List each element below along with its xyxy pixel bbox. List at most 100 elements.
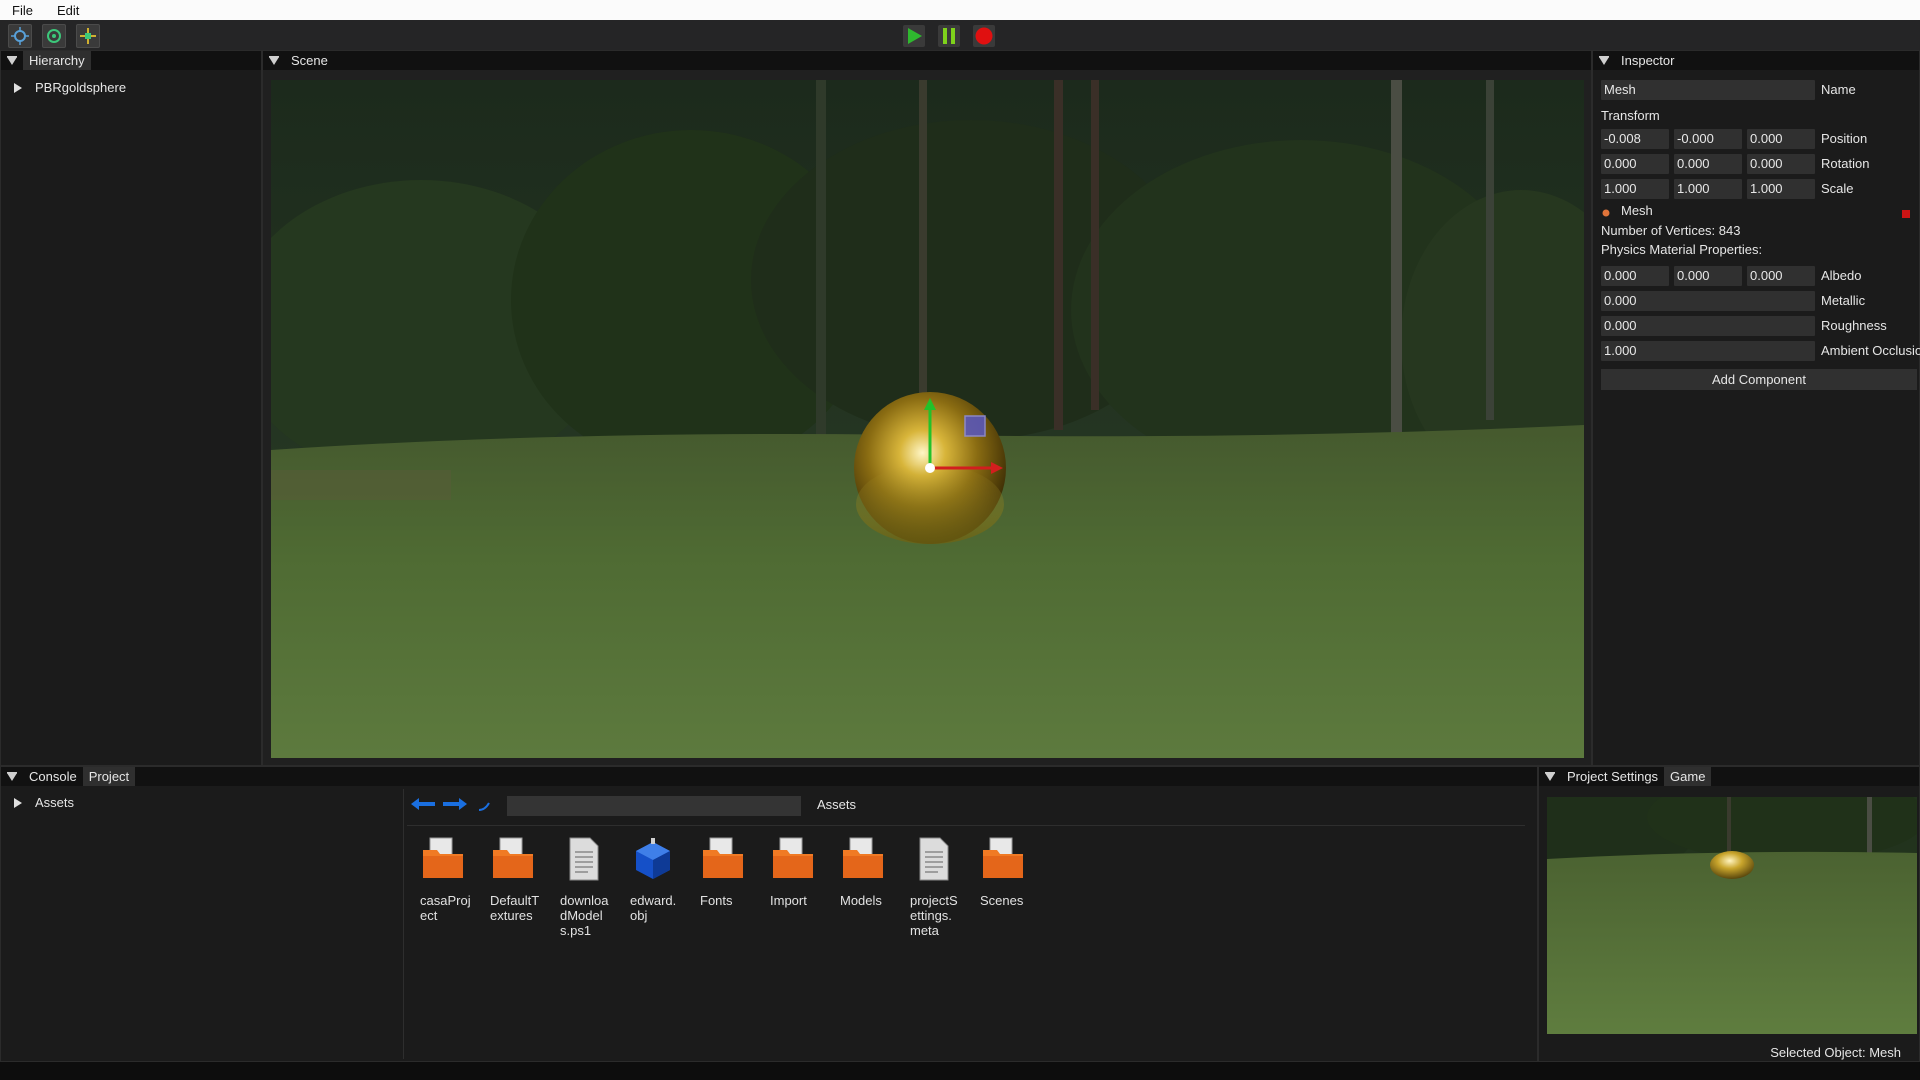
expand-arrow-icon[interactable] <box>13 82 23 94</box>
stop-button[interactable] <box>973 25 995 47</box>
inspector-panel: Inspector Mesh Name Transform -0.008 -0.… <box>1592 50 1920 766</box>
asset-item[interactable]: edward.obj <box>622 836 686 923</box>
asset-item[interactable]: Import <box>762 836 826 908</box>
status-text: Selected Object: Mesh <box>1770 1045 1901 1060</box>
play-icon <box>908 28 922 44</box>
albedo-g-field[interactable]: 0.000 <box>1674 266 1742 286</box>
position-z-field[interactable]: 0.000 <box>1747 129 1815 149</box>
folder-icon <box>843 837 883 878</box>
asset-item[interactable]: Scenes <box>972 836 1036 908</box>
physics-title: Physics Material Properties: <box>1601 242 1763 257</box>
nav-divider <box>407 825 1525 826</box>
asset-item[interactable]: projectSettings.meta <box>902 836 966 938</box>
tab-project-settings[interactable]: Project Settings <box>1561 767 1664 786</box>
play-button[interactable] <box>903 25 925 47</box>
vertex-count: Number of Vertices: 843 <box>1601 223 1741 238</box>
back-arrow-icon[interactable] <box>411 798 435 813</box>
bottom-strip <box>0 1062 1920 1080</box>
pause-button[interactable] <box>938 25 960 47</box>
hierarchy-panel: Hierarchy PBRgoldsphere <box>0 50 262 766</box>
scale-label: Scale <box>1821 181 1854 196</box>
scale-z-field[interactable]: 1.000 <box>1747 179 1815 199</box>
rotate-tool-icon[interactable] <box>42 24 66 48</box>
toolbar <box>0 20 1920 52</box>
path-input[interactable] <box>507 796 801 816</box>
asset-item[interactable]: DefaultTextures <box>482 836 546 923</box>
folder-icon <box>493 837 533 878</box>
hierarchy-item-label: PBRgoldsphere <box>35 80 127 95</box>
asset-name: Import <box>770 893 807 908</box>
tab-game[interactable]: Game <box>1664 767 1712 786</box>
tab-project[interactable]: Project <box>82 767 136 786</box>
assets-tree-root[interactable]: Assets <box>13 795 74 810</box>
scene-panel: Scene <box>262 50 1592 766</box>
scale-tool-icon[interactable] <box>76 24 100 48</box>
asset-name: Scenes <box>980 893 1024 908</box>
breadcrumb[interactable]: Assets <box>817 797 856 812</box>
asset-name: DefaultTextures <box>490 893 540 923</box>
asset-name: casaProject <box>420 893 471 923</box>
folder-icon <box>773 837 813 878</box>
rotation-y-field[interactable]: 0.000 <box>1674 154 1742 174</box>
rotation-z-field[interactable]: 0.000 <box>1747 154 1815 174</box>
tab-hierarchy[interactable]: Hierarchy <box>23 51 91 70</box>
collapse-triangle-icon[interactable] <box>1545 771 1555 782</box>
asset-item[interactable]: downloadModels.ps1 <box>552 836 616 938</box>
roughness-field[interactable]: 0.000 <box>1601 316 1815 336</box>
asset-item[interactable]: Fonts <box>692 836 756 908</box>
project-header: Console Project <box>1 767 1537 786</box>
albedo-r-field[interactable]: 0.000 <box>1601 266 1669 286</box>
transform-title: Transform <box>1601 108 1660 123</box>
forward-arrow-icon[interactable] <box>443 798 467 813</box>
asset-name: Models <box>840 893 882 908</box>
position-x-field[interactable]: -0.008 <box>1601 129 1669 149</box>
collapse-triangle-icon[interactable] <box>1599 55 1609 66</box>
folder-icon <box>703 837 743 878</box>
tab-scene[interactable]: Scene <box>285 51 334 70</box>
assets-tree-label: Assets <box>35 795 75 810</box>
game-view[interactable] <box>1547 797 1917 1034</box>
game-render <box>1547 797 1917 1034</box>
menu-bar: File Edit <box>0 0 1920 20</box>
collapse-triangle-icon[interactable] <box>7 771 17 782</box>
scene-header: Scene <box>263 51 1591 70</box>
model-cube-icon <box>636 838 670 879</box>
folder-icon <box>423 837 463 878</box>
scale-y-field[interactable]: 1.000 <box>1674 179 1742 199</box>
scale-x-field[interactable]: 1.000 <box>1601 179 1669 199</box>
menu-edit[interactable]: Edit <box>45 3 91 18</box>
stop-icon <box>975 27 993 45</box>
tab-inspector[interactable]: Inspector <box>1615 51 1680 70</box>
menu-file[interactable]: File <box>0 3 45 18</box>
hierarchy-item[interactable]: PBRgoldsphere <box>13 80 126 95</box>
scene-viewport[interactable] <box>271 80 1584 758</box>
collapse-triangle-icon[interactable] <box>269 55 279 66</box>
albedo-b-field[interactable]: 0.000 <box>1747 266 1815 286</box>
mesh-component-title: Mesh <box>1621 203 1653 218</box>
roughness-label: Roughness <box>1821 318 1887 333</box>
add-component-button[interactable]: Add Component <box>1601 369 1917 390</box>
asset-item[interactable]: Models <box>832 836 896 908</box>
asset-name: Fonts <box>700 893 733 908</box>
scene-render <box>271 80 1584 758</box>
tree-divider <box>403 789 404 1059</box>
metallic-label: Metallic <box>1821 293 1866 308</box>
rotation-x-field[interactable]: 0.000 <box>1601 154 1669 174</box>
asset-item[interactable]: casaProject <box>412 836 476 923</box>
up-folder-icon[interactable] <box>477 797 493 816</box>
move-tool-icon[interactable] <box>8 24 32 48</box>
hierarchy-header: Hierarchy <box>1 51 261 70</box>
tab-console[interactable]: Console <box>23 767 83 786</box>
ambient-occlusion-field[interactable]: 1.000 <box>1601 341 1815 361</box>
ambient-occlusion-label: Ambient Occlusio <box>1821 343 1920 358</box>
game-panel: Project Settings Game Selected Object: M… <box>1538 766 1920 1062</box>
metallic-field[interactable]: 0.000 <box>1601 291 1815 311</box>
remove-component-icon[interactable] <box>1901 207 1911 218</box>
name-field[interactable]: Mesh <box>1601 80 1815 100</box>
expand-arrow-icon[interactable] <box>13 797 23 809</box>
collapse-triangle-icon[interactable] <box>7 55 17 66</box>
position-y-field[interactable]: -0.000 <box>1674 129 1742 149</box>
asset-name: projectSettings.meta <box>910 893 958 938</box>
mesh-component-icon <box>1601 206 1611 217</box>
folder-icon <box>983 837 1023 878</box>
